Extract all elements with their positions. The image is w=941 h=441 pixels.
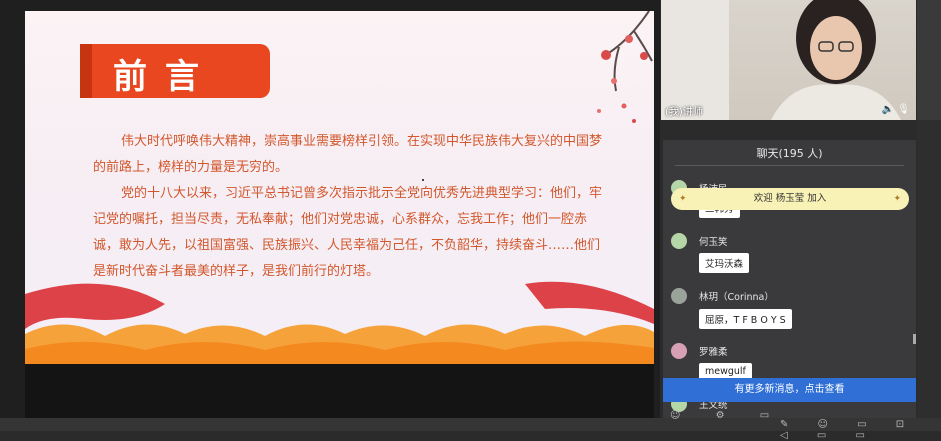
avatar	[671, 343, 687, 359]
avatar	[671, 233, 687, 249]
paragraph-2: 党的十八大以来，习近平总书记曾多次指示批示全党向优秀先进典型学习：他们，牢记党的…	[93, 186, 603, 279]
presenter-silhouette	[771, 0, 901, 120]
welcome-text: 欢迎 杨玉莹 加入	[753, 193, 827, 204]
party-popper-icon: ✦	[679, 194, 687, 204]
slide-title: 前言	[113, 57, 217, 97]
system-tool-icons[interactable]: ✎ ☺ ▭ ⊡ ◁ ▭ ▭	[780, 419, 941, 441]
sender-name: 何玉笑	[699, 237, 728, 248]
paragraph-1: 伟大时代呼唤伟大精神，崇高事业需要榜样引领。在实现中华民族伟大复兴的中国梦的前路…	[93, 134, 603, 175]
side-strip	[917, 120, 941, 418]
party-popper-icon: ✦	[893, 194, 901, 204]
shared-screen-area: 前言 伟大时代呼唤伟大精神，崇高事业需要榜样引领。在实现中华民族伟大复兴的中国梦…	[0, 0, 660, 418]
presentation-slide: 前言 伟大时代呼唤伟大精神，崇高事业需要榜样引领。在实现中华民族伟大复兴的中国梦…	[25, 11, 654, 364]
sender-name: 罗雅柔	[699, 347, 728, 358]
new-messages-button[interactable]: 有更多新消息，点击查看	[663, 378, 916, 402]
avatar	[671, 288, 687, 304]
audio-status-icons[interactable]: 🔈 🎙	[882, 104, 910, 115]
message-bubble: 艾玛沃森	[699, 253, 750, 273]
background-shelf	[661, 0, 729, 120]
chat-scrollbar[interactable]	[913, 334, 916, 344]
webcam-video: (我)讲师 🔈 🎙	[661, 0, 916, 120]
message-bubble: 屈原，T F B O Y S	[699, 309, 792, 329]
cursor-dot	[422, 179, 424, 181]
chat-header: 聊天(195 人)	[663, 140, 916, 166]
sender-name: 林玥（Corinna）	[699, 292, 774, 303]
welcome-banner: ✦ 欢迎 杨玉莹 加入 ✦	[671, 188, 909, 210]
cloud-ribbon-decoration	[25, 281, 654, 364]
chat-title: 聊天(195 人)	[756, 147, 823, 160]
plum-blossom-decoration	[597, 11, 653, 123]
video-panel-edge	[917, 0, 941, 120]
presenter-label: (我)讲师	[665, 107, 703, 118]
slide-bottom-band	[25, 364, 654, 418]
slide-body: 伟大时代呼唤伟大精神，崇高事业需要榜样引领。在实现中华民族伟大复兴的中国梦的前路…	[93, 129, 603, 285]
chat-tool-icons[interactable]: ☺ ⚙ ▭	[670, 410, 785, 421]
